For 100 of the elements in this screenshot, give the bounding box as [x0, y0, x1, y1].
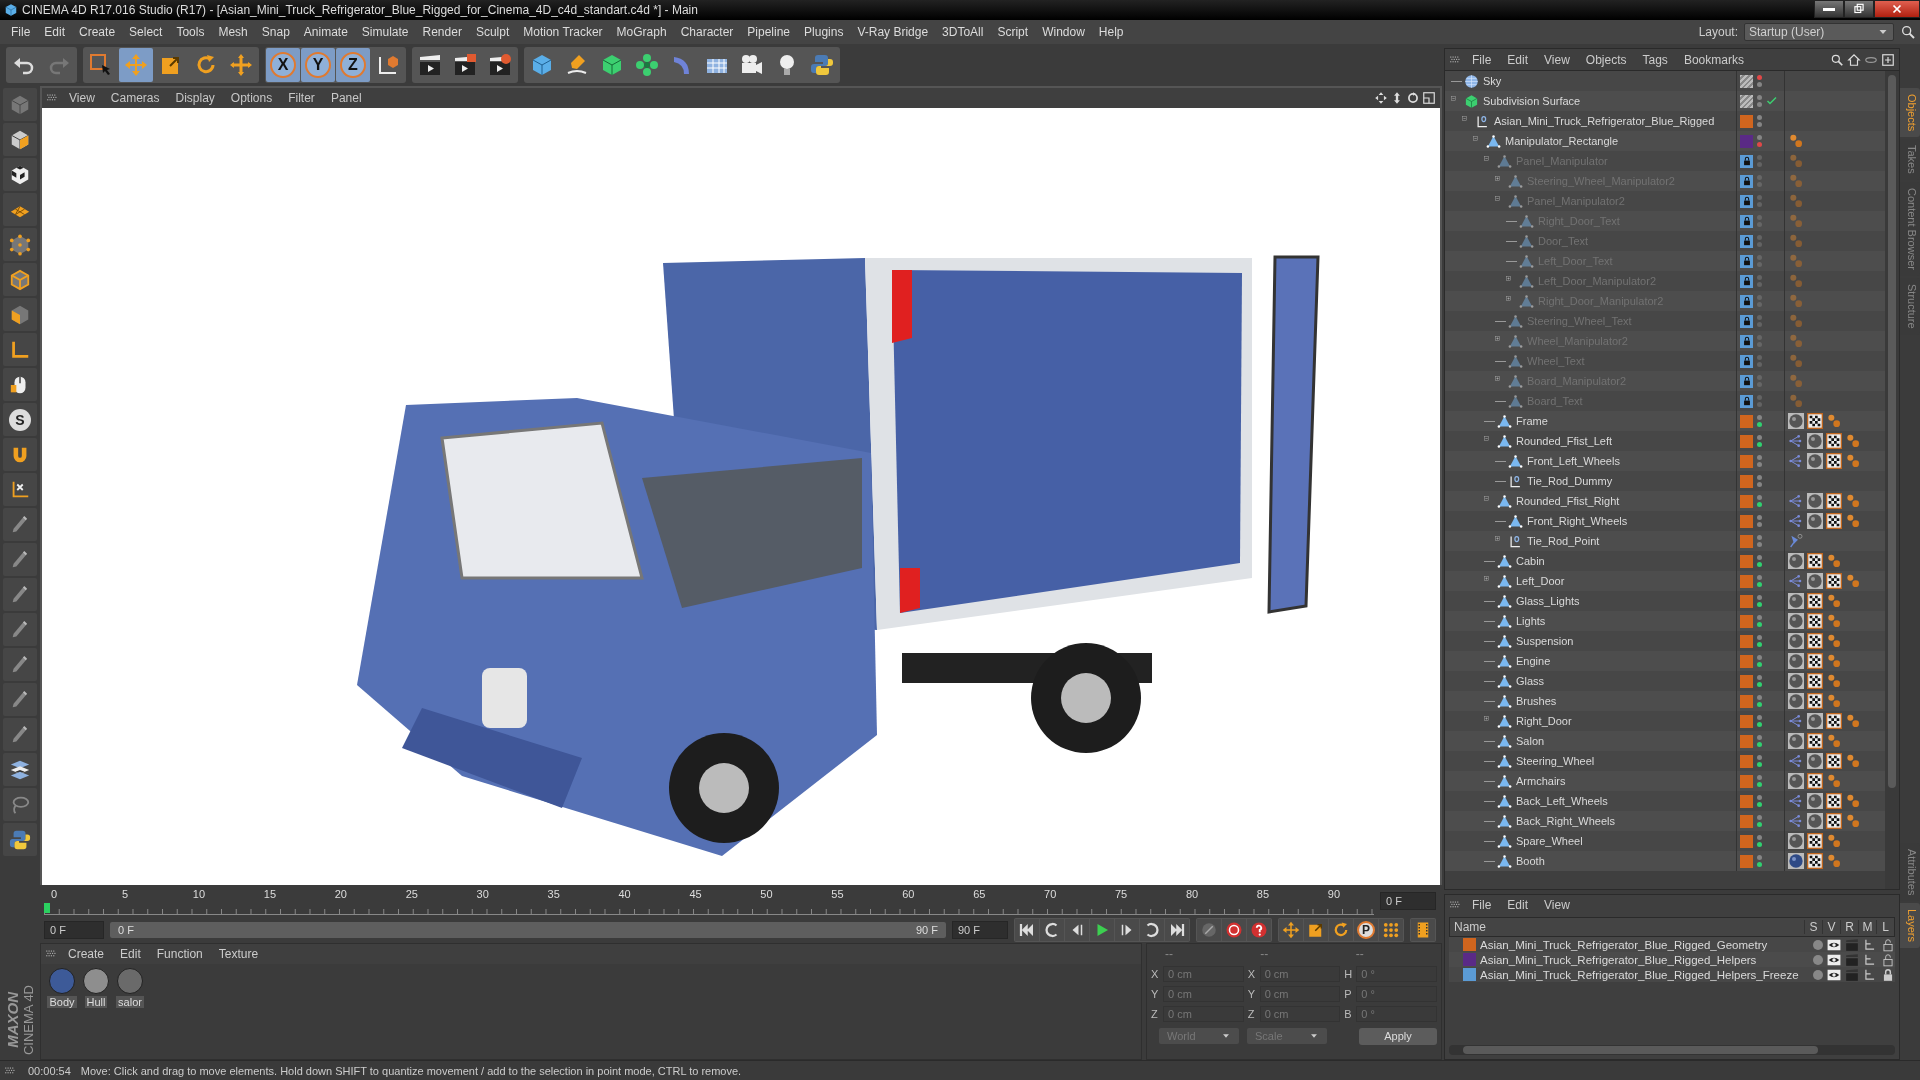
- column-header[interactable]: Name: [1450, 920, 1804, 934]
- menu-item[interactable]: Character: [673, 25, 741, 39]
- viewport-menu-item[interactable]: View: [62, 91, 102, 105]
- object-name[interactable]: Back_Right_Wheels: [1516, 815, 1616, 827]
- object-row[interactable]: Left_Door: [1445, 571, 1885, 591]
- object-row[interactable]: Armchairs: [1445, 771, 1885, 791]
- menu-item[interactable]: Mesh: [211, 25, 255, 39]
- layer-menu-item[interactable]: View: [1537, 898, 1577, 912]
- menu-item[interactable]: Create: [72, 25, 123, 39]
- object-row[interactable]: Frame: [1445, 411, 1885, 431]
- object-name[interactable]: Tie_Rod_Point: [1527, 535, 1600, 547]
- menu-item[interactable]: Edit: [37, 25, 73, 39]
- object-name[interactable]: Steering_Wheel: [1516, 755, 1595, 767]
- object-row[interactable]: Lights: [1445, 611, 1885, 631]
- viewport-menu-item[interactable]: Display: [168, 91, 222, 105]
- menu-item[interactable]: Script: [990, 25, 1036, 39]
- object-name[interactable]: Cabin: [1516, 555, 1545, 567]
- layout-dropdown[interactable]: Startup (User): [1744, 23, 1894, 41]
- object-row[interactable]: Subdivision Surface: [1445, 91, 1885, 111]
- menu-item[interactable]: V-Ray Bridge: [850, 25, 936, 39]
- object-row[interactable]: Salon: [1445, 731, 1885, 751]
- object-row[interactable]: Glass: [1445, 671, 1885, 691]
- object-name[interactable]: Left_Door: [1516, 575, 1565, 587]
- object-row[interactable]: Rounded_Ffist_Left: [1445, 431, 1885, 451]
- playback-button[interactable]: P: [1354, 918, 1378, 941]
- column-header[interactable]: M: [1858, 920, 1876, 934]
- object-name[interactable]: Rounded_Ffist_Left: [1516, 435, 1612, 447]
- viewport-menu-item[interactable]: Filter: [281, 91, 322, 105]
- object-name[interactable]: Front_Right_Wheels: [1527, 515, 1628, 527]
- object-row[interactable]: Suspension: [1445, 631, 1885, 651]
- layer-menu-item[interactable]: Edit: [1500, 898, 1536, 912]
- object-name[interactable]: Tie_Rod_Dummy: [1527, 475, 1613, 487]
- tool-button[interactable]: S: [3, 403, 37, 436]
- object-row[interactable]: Booth: [1445, 851, 1885, 871]
- object-name[interactable]: Suspension: [1516, 635, 1574, 647]
- menu-item[interactable]: Animate: [296, 25, 355, 39]
- material-menu-item[interactable]: Texture: [211, 946, 266, 961]
- side-tab[interactable]: Objects: [1900, 88, 1920, 138]
- menu-item[interactable]: Plugins: [797, 25, 851, 39]
- layer-name[interactable]: Asian_Mini_Truck_Refrigerator_Blue_Rigged_Helpers_Freeze: [1480, 968, 1809, 981]
- object-name[interactable]: Right_Door: [1516, 715, 1572, 727]
- object-name[interactable]: Sky: [1483, 75, 1502, 87]
- menu-item[interactable]: Help: [1091, 25, 1131, 39]
- material-menu-item[interactable]: Edit: [113, 946, 148, 961]
- object-name[interactable]: Subdivision Surface: [1483, 95, 1581, 107]
- object-row[interactable]: Asian_Mini_Truck_Refrigerator_Blue_Rigged: [1445, 111, 1885, 131]
- menu-item[interactable]: Tools: [169, 25, 212, 39]
- material-name[interactable]: Body: [47, 995, 77, 1008]
- current-frame-field[interactable]: 0 F: [1380, 891, 1436, 910]
- object-name[interactable]: Engine: [1516, 655, 1551, 667]
- apply-button[interactable]: Apply: [1359, 1027, 1437, 1045]
- column-header[interactable]: R: [1840, 920, 1858, 934]
- object-name[interactable]: Salon: [1516, 735, 1545, 747]
- menu-item[interactable]: File: [4, 25, 38, 39]
- end-frame-field[interactable]: 90 F: [952, 920, 1008, 939]
- object-row[interactable]: Front_Right_Wheels: [1445, 511, 1885, 531]
- side-tab[interactable]: Layers: [1900, 902, 1920, 948]
- layer-name[interactable]: Asian_Mini_Truck_Refrigerator_Blue_Rigged_Geometry: [1480, 938, 1809, 951]
- object-row[interactable]: Cabin: [1445, 551, 1885, 571]
- column-header[interactable]: L: [1876, 920, 1894, 934]
- object-row[interactable]: Steering_Wheel: [1445, 751, 1885, 771]
- object-row[interactable]: Sky: [1445, 71, 1885, 91]
- object-name[interactable]: Armchairs: [1516, 775, 1566, 787]
- layer-row[interactable]: Asian_Mini_Truck_Refrigerator_Blue_Rigged_Helpers_Freeze: [1449, 967, 1895, 982]
- object-name[interactable]: Front_Left_Wheels: [1527, 455, 1620, 467]
- material-name[interactable]: salor: [116, 995, 144, 1008]
- axis-lock-button[interactable]: X: [266, 48, 300, 82]
- material-name[interactable]: Hull: [84, 995, 108, 1008]
- menu-item[interactable]: Sculpt: [468, 25, 517, 39]
- object-row[interactable]: Back_Right_Wheels: [1445, 811, 1885, 831]
- menu-item[interactable]: Simulate: [354, 25, 416, 39]
- object-name[interactable]: Rounded_Ffist_Right: [1516, 495, 1620, 507]
- start-frame-field[interactable]: 0 F: [44, 920, 104, 939]
- menu-item[interactable]: Snap: [254, 25, 297, 39]
- object-row[interactable]: Spare_Wheel: [1445, 831, 1885, 851]
- object-menu-item[interactable]: File: [1465, 52, 1499, 67]
- axis-lock-button[interactable]: Z: [336, 48, 370, 82]
- menu-item[interactable]: MoGraph: [609, 25, 674, 39]
- column-header[interactable]: S: [1804, 920, 1822, 934]
- object-row[interactable]: Right_Door: [1445, 711, 1885, 731]
- object-name[interactable]: Frame: [1516, 415, 1548, 427]
- viewport-menu-item[interactable]: Panel: [323, 91, 369, 105]
- material-menu-item[interactable]: Create: [61, 946, 112, 961]
- menu-item[interactable]: Window: [1035, 25, 1092, 39]
- object-name[interactable]: Glass: [1516, 675, 1545, 687]
- object-row[interactable]: Manipulator_Rectangle: [1445, 131, 1885, 151]
- object-row[interactable]: Engine: [1445, 651, 1885, 671]
- layer-row[interactable]: Asian_Mini_Truck_Refrigerator_Blue_Rigged_Geometry: [1449, 937, 1895, 952]
- object-menu-item[interactable]: Objects: [1578, 52, 1634, 67]
- layer-name[interactable]: Asian_Mini_Truck_Refrigerator_Blue_Rigged_Helpers: [1480, 953, 1809, 966]
- object-row[interactable]: Front_Left_Wheels: [1445, 451, 1885, 471]
- menu-item[interactable]: 3DToAll: [935, 25, 991, 39]
- object-menu-item[interactable]: Tags: [1635, 52, 1675, 67]
- object-name[interactable]: Manipulator_Rectangle: [1505, 135, 1619, 147]
- menu-item[interactable]: Select: [122, 25, 170, 39]
- axis-lock-button[interactable]: Y: [301, 48, 335, 82]
- object-name[interactable]: Booth: [1516, 855, 1545, 867]
- object-name[interactable]: Spare_Wheel: [1516, 835, 1583, 847]
- material-menu-item[interactable]: Function: [149, 946, 210, 961]
- menu-item[interactable]: Render: [415, 25, 469, 39]
